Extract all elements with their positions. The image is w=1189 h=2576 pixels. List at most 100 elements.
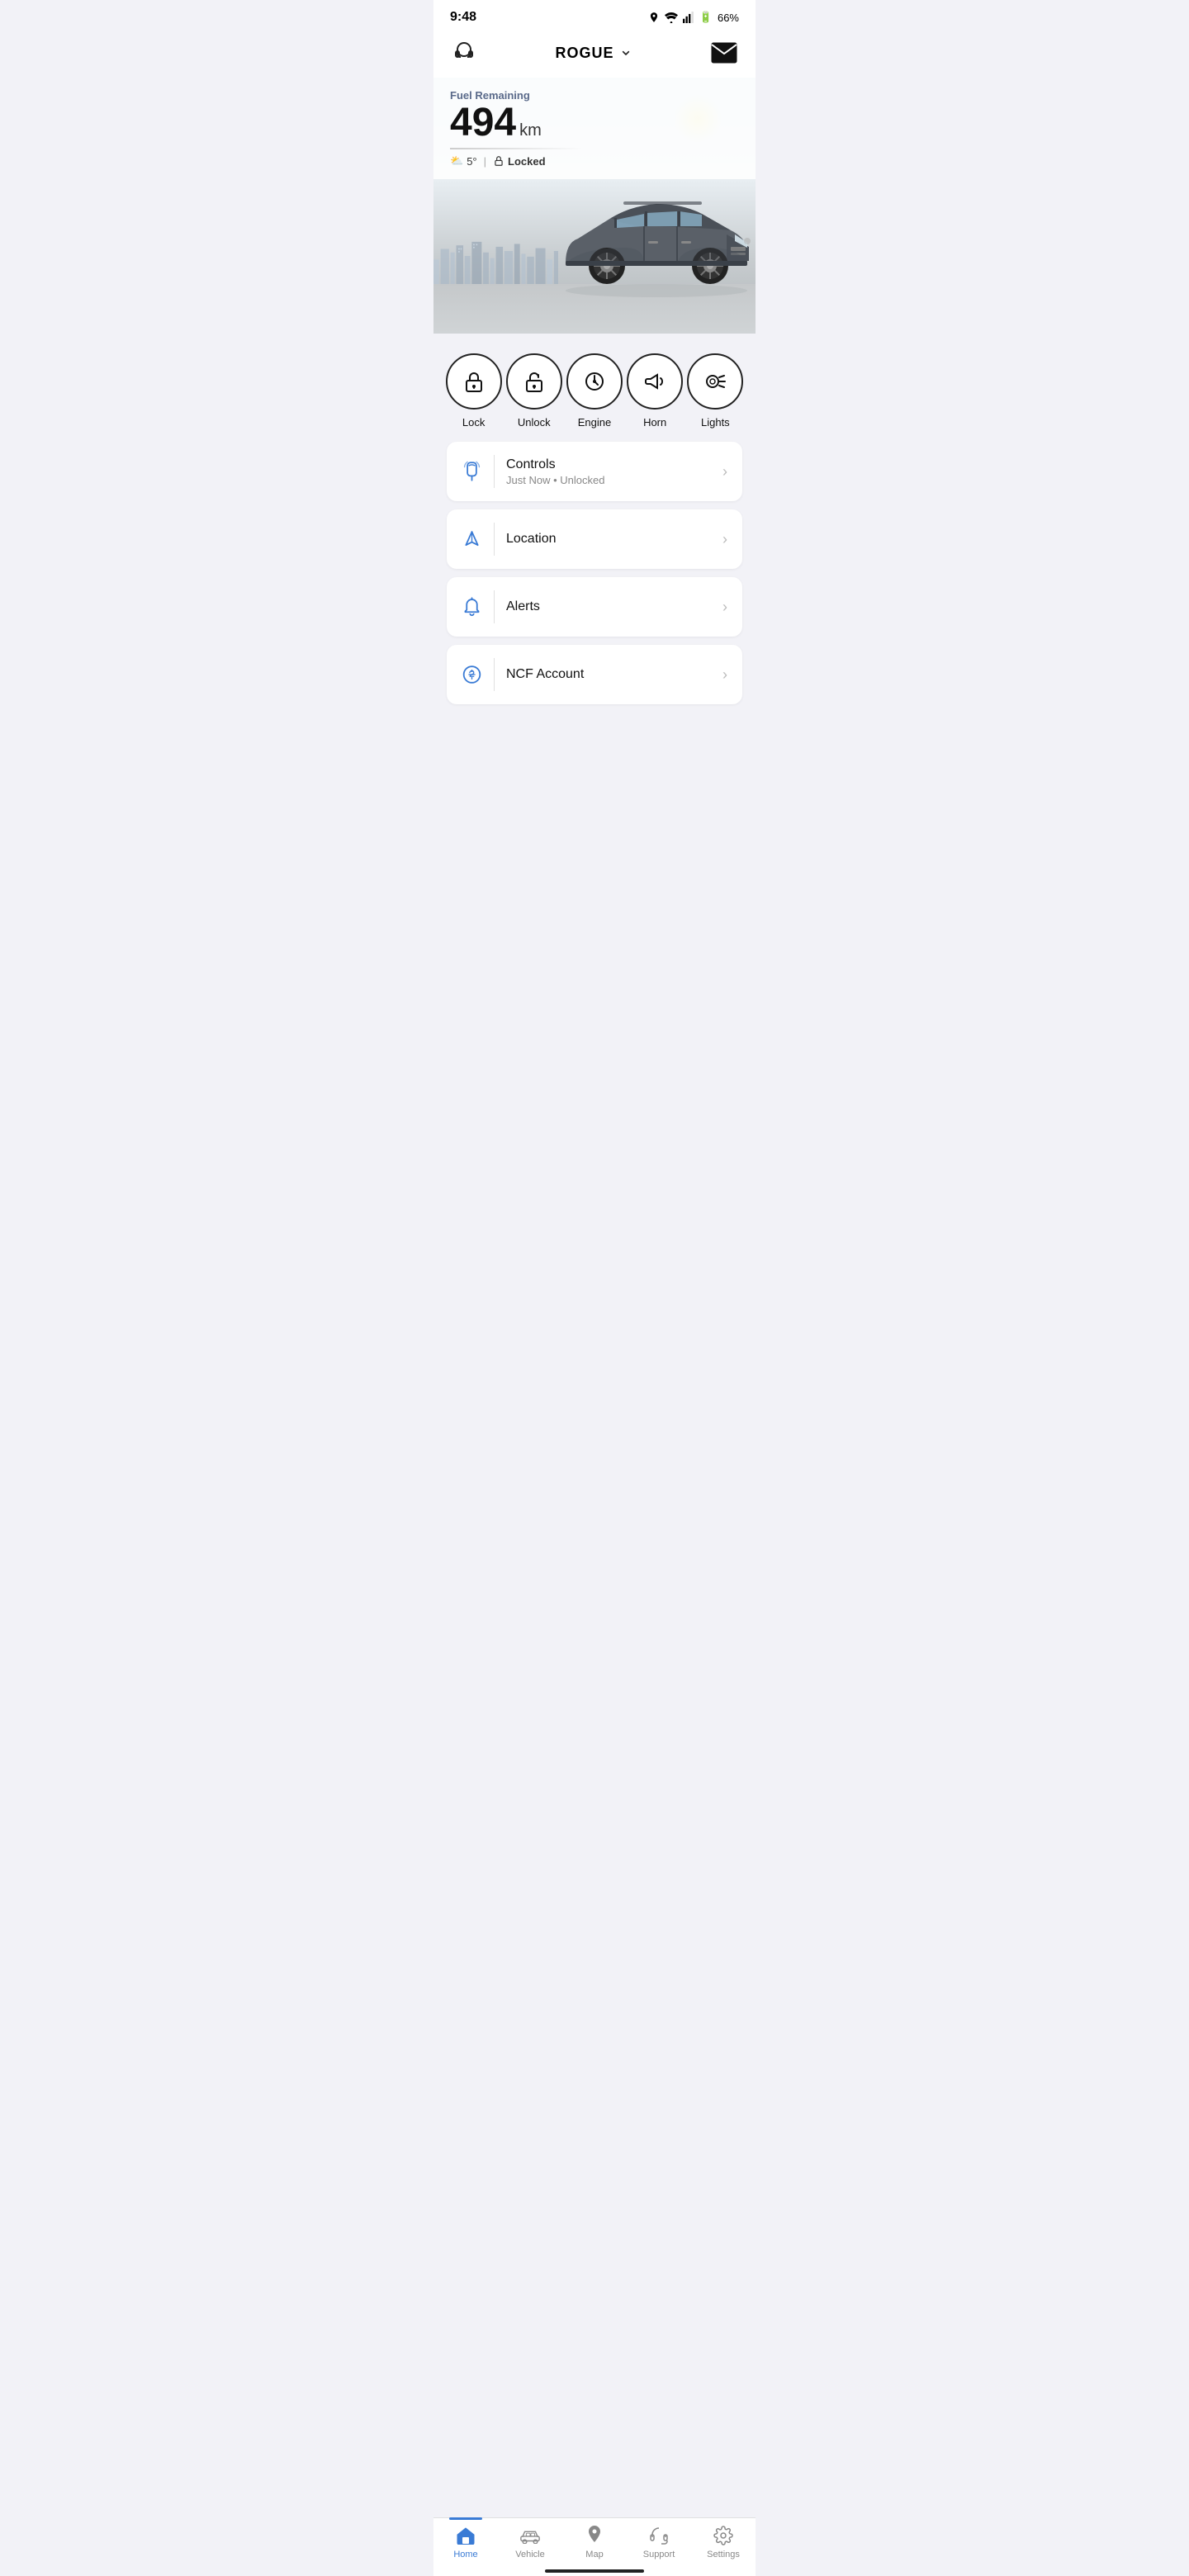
- messages-button[interactable]: [709, 38, 739, 68]
- horn-button[interactable]: Horn: [627, 353, 683, 429]
- home-indicator: [545, 2569, 644, 2573]
- horn-label: Horn: [643, 416, 666, 429]
- alerts-menu-icon: [462, 595, 482, 618]
- map-nav-label: Map: [585, 2550, 603, 2559]
- controls-chevron: ›: [722, 463, 727, 481]
- lights-button[interactable]: Lights: [687, 353, 743, 429]
- engine-label: Engine: [578, 416, 611, 429]
- ncf-menu-text: NCF Account: [506, 667, 711, 682]
- ncf-chevron: ›: [722, 666, 727, 684]
- controls-menu-icon: [462, 460, 482, 483]
- engine-circle: [566, 353, 623, 410]
- bottom-navigation: Home Vehicle Map: [433, 2517, 756, 2576]
- battery-percentage: 66%: [718, 12, 739, 24]
- vehicle-name: ROGUE: [555, 45, 613, 62]
- support-button[interactable]: [450, 39, 478, 67]
- location-menu-icon: [462, 528, 482, 551]
- fuel-status-row: ⛅ 5° | Locked: [450, 154, 739, 168]
- fuel-label: Fuel Remaining: [450, 89, 739, 102]
- location-icon: [648, 12, 660, 23]
- status-icons: 🔋 66%: [648, 11, 739, 24]
- vehicle-nav-icon: [519, 2525, 541, 2546]
- car-image: [549, 168, 756, 317]
- nav-home[interactable]: Home: [441, 2525, 490, 2559]
- mail-icon: [711, 42, 737, 64]
- unlock-label: Unlock: [518, 416, 551, 429]
- controls-menu-text: Controls Just Now • Unlocked: [506, 457, 711, 486]
- controls-title: Controls: [506, 457, 711, 472]
- controls-icon-wrap: [462, 455, 495, 488]
- engine-button[interactable]: Engine: [566, 353, 623, 429]
- location-menu-text: Location: [506, 532, 711, 547]
- unlock-button[interactable]: Unlock: [506, 353, 562, 429]
- horn-icon: [642, 369, 667, 394]
- app-header: ROGUE: [433, 30, 756, 78]
- horn-circle: [627, 353, 683, 410]
- settings-nav-label: Settings: [707, 2550, 740, 2559]
- lock-circle: [446, 353, 502, 410]
- unlock-icon: [522, 369, 547, 394]
- alerts-title: Alerts: [506, 599, 711, 614]
- lights-icon: [703, 369, 727, 394]
- ncf-icon-wrap: [462, 658, 495, 691]
- alerts-menu-item[interactable]: Alerts ›: [447, 577, 742, 637]
- lights-label: Lights: [701, 416, 730, 429]
- lock-icon: [462, 369, 486, 394]
- nav-settings[interactable]: Settings: [699, 2525, 748, 2559]
- alerts-icon-wrap: [462, 590, 495, 623]
- alerts-chevron: ›: [722, 599, 727, 616]
- lock-label: Lock: [462, 416, 485, 429]
- quick-controls: Lock Unlock: [433, 334, 756, 442]
- location-chevron: ›: [722, 531, 727, 548]
- engine-icon: [582, 369, 607, 394]
- temperature: 5°: [467, 155, 476, 168]
- battery-icon: 🔋: [699, 11, 713, 24]
- nav-support[interactable]: Support: [634, 2525, 684, 2559]
- alerts-menu-text: Alerts: [506, 599, 711, 614]
- menu-section: Controls Just Now • Unlocked › Location …: [433, 442, 756, 704]
- weather-info: ⛅ 5°: [450, 154, 477, 168]
- vehicle-selector[interactable]: ROGUE: [555, 45, 632, 62]
- signal-icon: [683, 12, 694, 23]
- support-nav-label: Support: [643, 2550, 675, 2559]
- status-separator: |: [484, 155, 486, 168]
- location-title: Location: [506, 532, 711, 547]
- fuel-number: 494: [450, 103, 516, 143]
- car-nav-icon: [519, 2527, 541, 2544]
- status-bar: 9:48 🔋 66%: [433, 0, 756, 30]
- wifi-icon: [665, 12, 678, 23]
- headset-icon: [450, 39, 478, 67]
- fuel-unit: km: [519, 121, 542, 140]
- settings-nav-icon: [713, 2525, 734, 2546]
- ncf-account-menu-icon: [462, 663, 482, 686]
- home-nav-label: Home: [453, 2550, 477, 2559]
- fuel-divider: [450, 148, 582, 149]
- vehicle-nav-label: Vehicle: [515, 2550, 544, 2559]
- nav-vehicle[interactable]: Vehicle: [505, 2525, 555, 2559]
- lock-status-icon: [493, 155, 504, 167]
- nav-map[interactable]: Map: [570, 2525, 619, 2559]
- home-active-indicator: [449, 2517, 482, 2520]
- controls-row: Lock Unlock: [443, 353, 746, 429]
- lock-button[interactable]: Lock: [446, 353, 502, 429]
- location-icon-wrap: [462, 523, 495, 556]
- lights-circle: [687, 353, 743, 410]
- fuel-info-panel: Fuel Remaining 494 km ⛅ 5° | Locked: [433, 78, 756, 179]
- controls-subtitle: Just Now • Unlocked: [506, 474, 711, 486]
- map-nav-icon: [584, 2525, 605, 2546]
- fuel-value-display: 494 km: [450, 103, 739, 143]
- ncf-title: NCF Account: [506, 667, 711, 682]
- hero-section: Fuel Remaining 494 km ⛅ 5° | Locked: [433, 78, 756, 334]
- ncf-account-menu-item[interactable]: NCF Account ›: [447, 645, 742, 704]
- controls-menu-item[interactable]: Controls Just Now • Unlocked ›: [447, 442, 742, 501]
- unlock-circle: [506, 353, 562, 410]
- house-icon: [456, 2526, 476, 2545]
- home-nav-icon: [455, 2525, 476, 2546]
- gear-icon: [713, 2526, 733, 2545]
- status-time: 9:48: [450, 10, 476, 25]
- map-pin-icon: [587, 2526, 602, 2545]
- headset-nav-icon: [648, 2526, 670, 2545]
- location-menu-item[interactable]: Location ›: [447, 509, 742, 569]
- chevron-down-icon: [619, 46, 632, 59]
- support-nav-icon: [648, 2525, 670, 2546]
